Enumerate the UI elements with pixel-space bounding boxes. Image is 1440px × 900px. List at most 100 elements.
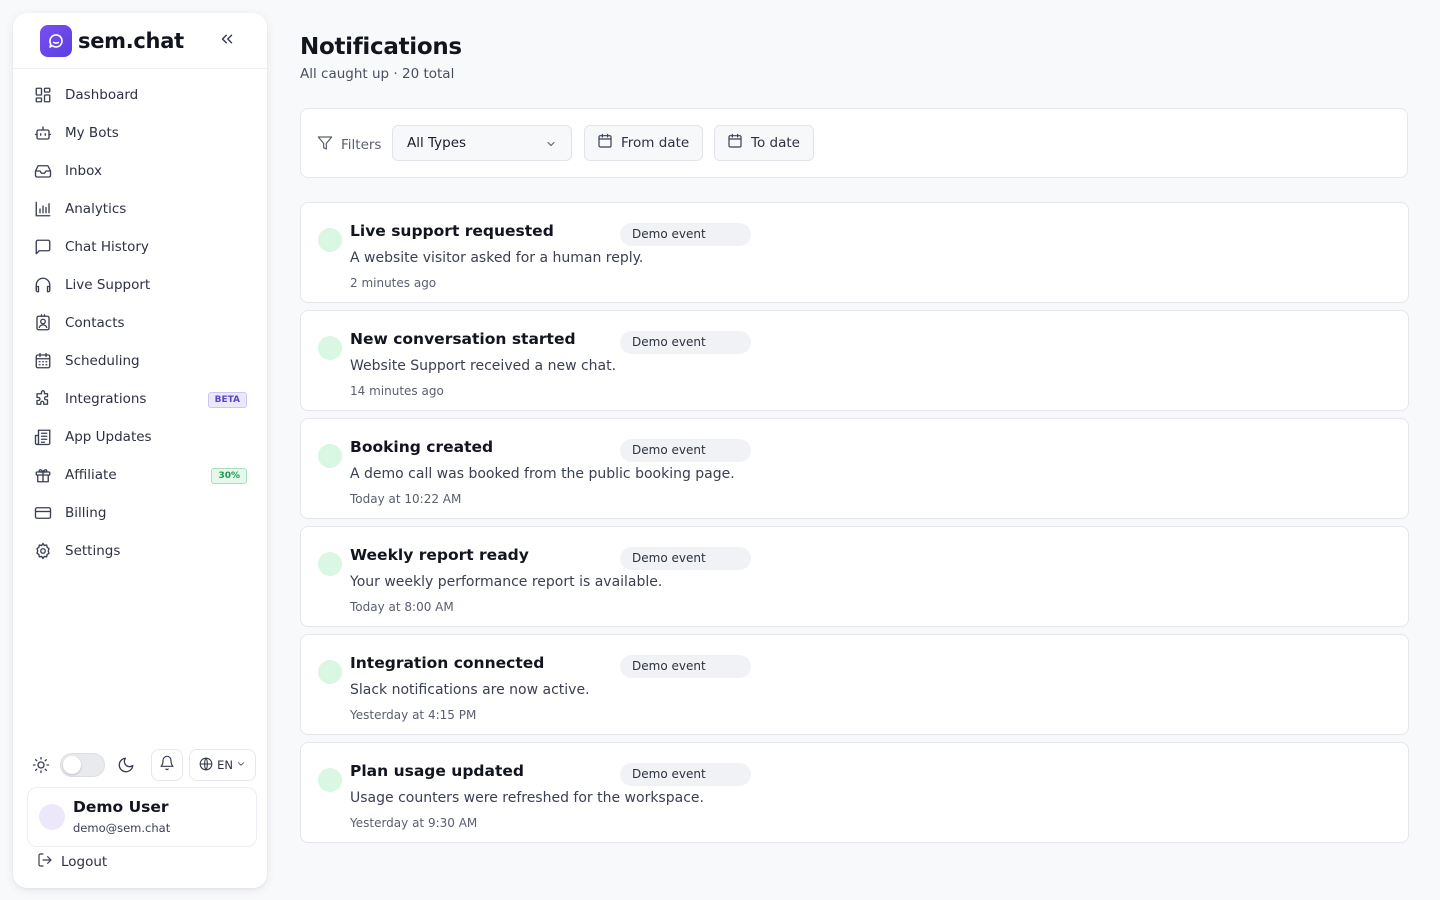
notification-card[interactable]: New conversation started Demo event Webs… xyxy=(300,310,1409,411)
sidebar-item-label: Analytics xyxy=(65,201,127,217)
notification-title: Integration connected xyxy=(350,654,545,672)
bell-icon xyxy=(159,755,175,775)
affiliate-badge: 30% xyxy=(211,468,247,484)
sidebar-item-label: Chat History xyxy=(65,239,149,255)
event-badge: Demo event xyxy=(620,763,751,786)
newspaper-icon xyxy=(33,427,53,447)
calendar-icon xyxy=(727,133,743,153)
theme-toggle[interactable] xyxy=(60,753,105,777)
sidebar-item-inbox[interactable]: Inbox xyxy=(13,152,267,190)
filters-text: Filters xyxy=(341,137,382,153)
notification-time: 14 minutes ago xyxy=(350,384,444,398)
beta-badge: BETA xyxy=(207,392,247,408)
event-badge: Demo event xyxy=(620,223,751,246)
sidebar-item-label: Billing xyxy=(65,505,107,521)
notification-time: 2 minutes ago xyxy=(350,276,437,290)
user-card[interactable]: Demo User demo@sem.chat xyxy=(27,787,257,847)
from-date-button[interactable]: From date xyxy=(584,125,703,161)
divider xyxy=(13,68,267,69)
from-date-label: From date xyxy=(621,135,690,151)
sidebar-item-label: App Updates xyxy=(65,429,152,445)
notification-card[interactable]: Booking created Demo event A demo call w… xyxy=(300,418,1409,519)
sidebar-item-billing[interactable]: Billing xyxy=(13,494,267,532)
sidebar-item-label: Live Support xyxy=(65,277,151,293)
notification-body: A demo call was booked from the public b… xyxy=(350,466,735,482)
chat-icon xyxy=(33,237,53,257)
gear-icon xyxy=(33,541,53,561)
notification-card[interactable]: Weekly report ready Demo event Your week… xyxy=(300,526,1409,627)
sidebar-item-dashboard[interactable]: Dashboard xyxy=(13,76,267,114)
sidebar-item-chat-history[interactable]: Chat History xyxy=(13,228,267,266)
unread-indicator xyxy=(318,336,342,360)
to-date-button[interactable]: To date xyxy=(714,125,814,161)
notification-title: Plan usage updated xyxy=(350,762,524,780)
sidebar-item-scheduling[interactable]: Scheduling xyxy=(13,342,267,380)
sidebar-item-affiliate[interactable]: Affiliate 30% xyxy=(13,456,267,494)
inbox-icon xyxy=(33,161,53,181)
page-subtitle: All caught up · 20 total xyxy=(300,66,455,82)
logout-icon xyxy=(37,852,53,872)
brand-name: sem.chat xyxy=(78,29,184,53)
dashboard-icon xyxy=(33,85,53,105)
user-email: demo@sem.chat xyxy=(73,821,171,835)
sidebar-item-analytics[interactable]: Analytics xyxy=(13,190,267,228)
notification-card[interactable]: Plan usage updated Demo event Usage coun… xyxy=(300,742,1409,843)
notification-title: Weekly report ready xyxy=(350,546,529,564)
notification-body: Usage counters were refreshed for the wo… xyxy=(350,790,704,806)
toggle-knob xyxy=(63,756,81,774)
brand[interactable]: sem.chat xyxy=(40,25,184,57)
credit-card-icon xyxy=(33,503,53,523)
calendar-icon xyxy=(33,351,53,371)
type-filter-value: All Types xyxy=(407,135,467,151)
notifications-button[interactable] xyxy=(151,749,183,781)
moon-icon xyxy=(117,756,135,778)
sidebar-item-label: Contacts xyxy=(65,315,125,331)
sidebar-item-contacts[interactable]: Contacts xyxy=(13,304,267,342)
notification-body: Website Support received a new chat. xyxy=(350,358,617,374)
globe-icon xyxy=(199,757,213,774)
puzzle-icon xyxy=(33,389,53,409)
headphones-icon xyxy=(33,275,53,295)
event-badge: Demo event xyxy=(620,655,751,678)
logout-label: Logout xyxy=(61,854,108,870)
event-badge: Demo event xyxy=(620,331,751,354)
notification-time: Today at 10:22 AM xyxy=(350,492,462,506)
filters-label: Filters xyxy=(317,135,381,155)
sidebar-item-live-support[interactable]: Live Support xyxy=(13,266,267,304)
notification-card[interactable]: Integration connected Demo event Slack n… xyxy=(300,634,1409,735)
unread-indicator xyxy=(318,768,342,792)
collapse-sidebar-button[interactable] xyxy=(217,31,237,51)
type-filter-select[interactable]: All Types xyxy=(392,125,572,161)
chat-bubble-icon xyxy=(40,25,72,57)
sun-icon xyxy=(32,756,50,778)
sidebar-item-settings[interactable]: Settings xyxy=(13,532,267,570)
page-title: Notifications xyxy=(300,34,462,60)
notification-time: Yesterday at 4:15 PM xyxy=(350,708,477,722)
sidebar-item-app-updates[interactable]: App Updates xyxy=(13,418,267,456)
sidebar-item-label: Settings xyxy=(65,543,121,559)
sidebar-item-my-bots[interactable]: My Bots xyxy=(13,114,267,152)
gift-icon xyxy=(33,465,53,485)
filter-bar: Filters All Types From date To date xyxy=(300,108,1408,178)
sidebar-item-label: Affiliate xyxy=(65,467,117,483)
notification-title: Booking created xyxy=(350,438,494,456)
notification-title: New conversation started xyxy=(350,330,576,348)
contact-card-icon xyxy=(33,313,53,333)
language-select[interactable]: EN xyxy=(189,749,256,781)
notification-time: Yesterday at 9:30 AM xyxy=(350,816,478,830)
language-code: EN xyxy=(217,758,233,772)
calendar-icon xyxy=(597,133,613,153)
bar-chart-icon xyxy=(33,199,53,219)
logout-button[interactable]: Logout xyxy=(37,852,107,872)
notification-title: Live support requested xyxy=(350,222,554,240)
to-date-label: To date xyxy=(751,135,800,151)
avatar xyxy=(39,804,65,830)
sidebar-item-integrations[interactable]: Integrations BETA xyxy=(13,380,267,418)
notification-card[interactable]: Live support requested Demo event A webs… xyxy=(300,202,1409,303)
unread-indicator xyxy=(318,552,342,576)
unread-indicator xyxy=(318,660,342,684)
notification-body: Your weekly performance report is availa… xyxy=(350,574,663,590)
chevrons-left-icon xyxy=(218,30,236,52)
filter-icon xyxy=(317,135,333,155)
unread-indicator xyxy=(318,228,342,252)
